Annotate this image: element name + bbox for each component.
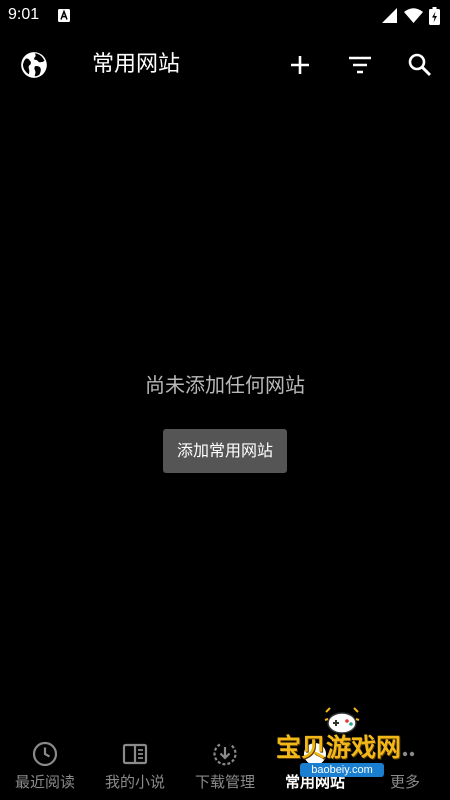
nav-label: 我的小说 (104, 773, 165, 791)
nav-label: 常用网站 (284, 773, 345, 791)
nav-label: 下载管理 (194, 773, 255, 791)
nav-item-more[interactable]: 更多 (360, 735, 450, 800)
gamepad-icon (324, 707, 360, 734)
nav-item-my-novels[interactable]: 我的小说 (90, 735, 180, 800)
wifi-icon (404, 8, 423, 23)
add-site-button[interactable]: 添加常用网站 (163, 429, 287, 473)
notification-a-icon (58, 9, 70, 22)
more-icon (395, 751, 415, 757)
nav-item-recent-reading[interactable]: 最近阅读 (0, 735, 90, 800)
status-time: 9:01 (8, 6, 40, 23)
plus-icon[interactable] (286, 51, 314, 79)
top-app-bar: 常用网站 (0, 32, 450, 98)
nav-label: 最近阅读 (14, 773, 75, 791)
search-icon[interactable] (406, 51, 434, 79)
status-indicators (382, 7, 440, 25)
empty-state-message: 尚未添加任何网站 (145, 373, 305, 397)
signal-icon (382, 8, 397, 23)
filter-icon[interactable] (346, 51, 374, 79)
battery-icon (429, 7, 440, 25)
nav-item-download-manager[interactable]: 下载管理 (180, 735, 270, 800)
clock-icon (32, 741, 58, 767)
globe-icon[interactable] (20, 51, 48, 79)
book-icon (122, 743, 148, 765)
status-bar: 9:01 (0, 0, 450, 32)
nav-item-favorite-sites[interactable]: 常用网站 (270, 735, 360, 800)
globe-icon (304, 743, 326, 765)
bottom-navigation: 最近阅读 我的小说 下载管理 常用网站 更多 (0, 735, 450, 800)
download-icon (213, 743, 237, 766)
nav-label: 更多 (389, 773, 420, 791)
page-title: 常用网站 (92, 52, 181, 77)
